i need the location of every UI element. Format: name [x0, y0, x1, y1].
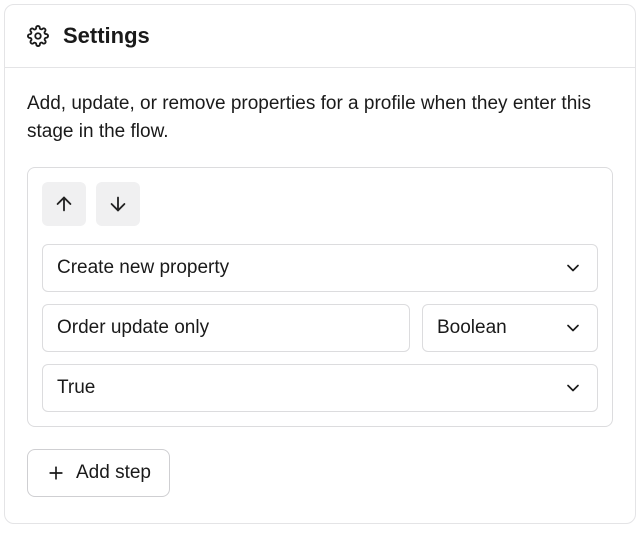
add-step-button[interactable]: Add step — [27, 449, 170, 497]
add-step-label: Add step — [76, 462, 151, 484]
settings-panel: Settings Add, update, or remove properti… — [4, 4, 636, 524]
chevron-down-icon — [563, 318, 583, 338]
value-select[interactable]: True — [42, 364, 598, 412]
action-select-value: Create new property — [57, 257, 229, 279]
move-down-button[interactable] — [96, 182, 140, 226]
property-name-field[interactable]: Order update only — [42, 304, 410, 352]
gear-icon — [27, 25, 49, 47]
panel-body: Add, update, or remove properties for a … — [5, 68, 635, 523]
move-up-button[interactable] — [42, 182, 86, 226]
arrow-up-icon — [53, 193, 75, 215]
chevron-down-icon — [563, 258, 583, 278]
property-name-value: Order update only — [57, 317, 209, 339]
reorder-controls — [42, 182, 598, 226]
type-select[interactable]: Boolean — [422, 304, 598, 352]
step-box: Create new property Order update only Bo… — [27, 167, 613, 427]
type-select-value: Boolean — [437, 317, 507, 339]
chevron-down-icon — [563, 378, 583, 398]
panel-title: Settings — [63, 23, 150, 49]
action-select[interactable]: Create new property — [42, 244, 598, 292]
value-select-value: True — [57, 377, 95, 399]
plus-icon — [46, 463, 66, 483]
arrow-down-icon — [107, 193, 129, 215]
panel-header: Settings — [5, 5, 635, 68]
panel-description: Add, update, or remove properties for a … — [27, 90, 613, 145]
